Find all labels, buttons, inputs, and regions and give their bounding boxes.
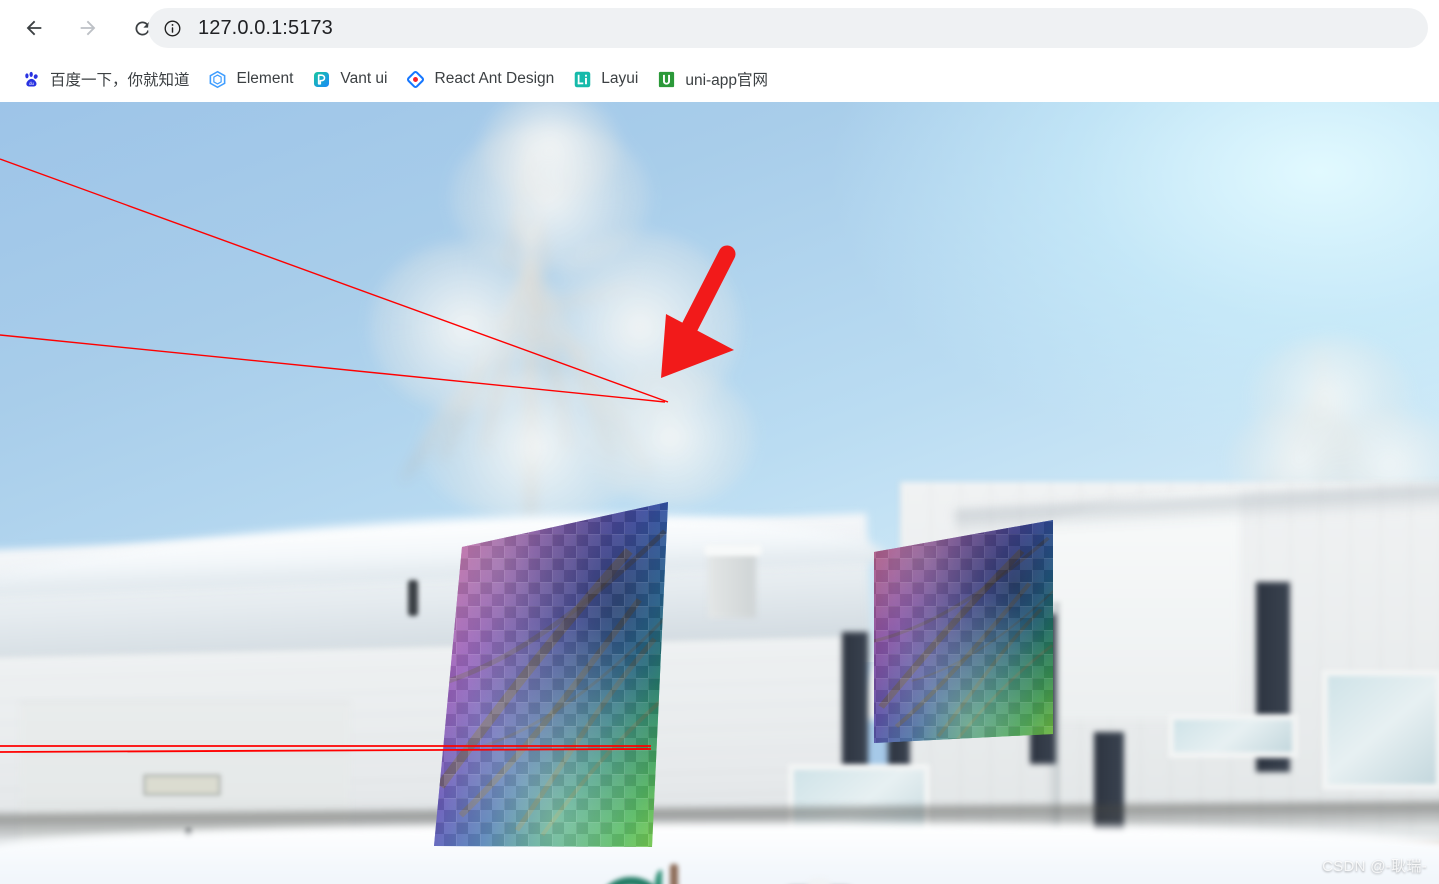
baidu-paw-icon: du <box>21 69 41 89</box>
info-circle-icon <box>164 20 180 36</box>
vant-icon <box>311 69 331 89</box>
svg-text:du: du <box>29 81 34 86</box>
garden-hose <box>654 870 670 884</box>
hose-post <box>670 864 678 884</box>
site-info-button[interactable] <box>158 14 186 42</box>
arrow-left-icon <box>26 20 42 36</box>
bookmark-label: uni-app官网 <box>685 72 769 89</box>
bookmarks-bar: du 百度一下，你就知道 Element Vant ui React Ant D… <box>0 56 1439 102</box>
uniapp-icon <box>656 69 676 89</box>
ant-design-diamond-icon <box>406 69 426 89</box>
house-window <box>1168 714 1298 758</box>
ar-camera-viewport[interactable]: CSDN @-耿瑞- <box>0 102 1439 884</box>
address-bar[interactable]: 127.0.0.1:5173 <box>148 8 1428 48</box>
back-button[interactable] <box>14 8 54 48</box>
roof-vent-pipe <box>408 580 418 616</box>
bookmark-uni-app[interactable]: uni-app官网 <box>647 63 777 95</box>
snow-ground <box>0 824 1439 884</box>
browser-toolbar: 127.0.0.1:5173 <box>0 0 1439 56</box>
bookmark-label: 百度一下，你就知道 <box>50 72 190 89</box>
house-window <box>1322 670 1439 790</box>
chimney-cap <box>704 544 762 556</box>
bookmark-react-ant-design[interactable]: React Ant Design <box>397 63 564 95</box>
frosted-tree-right <box>1210 307 1439 517</box>
window-shutter <box>888 627 910 777</box>
roof-vent-pipe-right <box>938 548 950 578</box>
browser-chrome: 127.0.0.1:5173 du 百度一下，你就知道 Element Vant… <box>0 0 1439 102</box>
layui-icon <box>572 69 592 89</box>
bookmark-baidu[interactable]: du 百度一下，你就知道 <box>12 63 199 95</box>
bookmark-layui[interactable]: Layui <box>563 63 647 95</box>
chimney <box>708 548 756 618</box>
forward-button[interactable] <box>68 8 108 48</box>
address-bar-text[interactable]: 127.0.0.1:5173 <box>198 17 333 40</box>
csdn-watermark: CSDN @-耿瑞- <box>1322 858 1427 875</box>
bookmark-label: Layui <box>601 70 639 87</box>
bookmark-element[interactable]: Element <box>199 63 303 95</box>
arrow-right-icon <box>80 20 96 36</box>
bookmark-vant-ui[interactable]: Vant ui <box>302 63 396 95</box>
bookmark-label: Vant ui <box>340 70 388 87</box>
bookmark-label: Element <box>236 70 294 87</box>
bookmark-label: React Ant Design <box>434 70 555 87</box>
garage-door-window <box>143 774 221 796</box>
window-shutter <box>842 632 868 772</box>
frosted-tree <box>330 102 755 522</box>
element-hexagon-icon <box>208 69 228 89</box>
window-shutter <box>1030 614 1056 764</box>
